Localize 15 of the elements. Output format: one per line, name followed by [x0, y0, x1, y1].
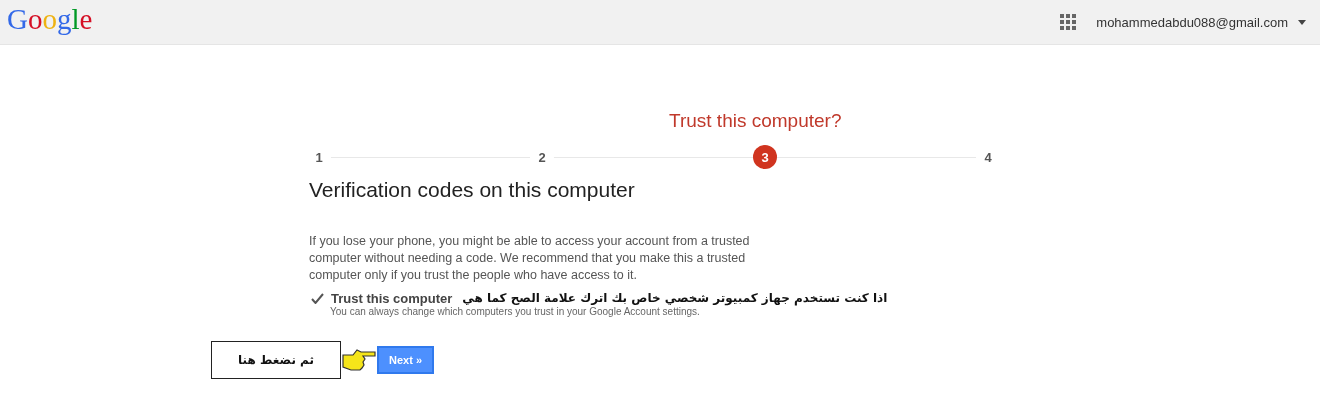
google-logo[interactable]: Google — [7, 2, 93, 36]
pointing-hand-icon — [341, 347, 377, 373]
apps-grid-icon[interactable] — [1060, 14, 1077, 30]
next-button[interactable]: Next » — [377, 346, 435, 374]
description-text: If you lose your phone, you might be able to access your account from a trusted computer without needing a code. We recommend that you make this a trusted computer only if you trust the people who have access to it. — [309, 233, 751, 284]
checkbox-label: Trust this computer — [331, 290, 453, 306]
checkmark-icon — [310, 292, 324, 304]
dropdown-caret-icon[interactable] — [1298, 19, 1306, 25]
step-number: 3 — [753, 145, 777, 169]
page-heading: Verification codes on this computer — [309, 178, 636, 202]
annotation-text: اذا كنت تستخدم جهاز كمبيوتر شخصي خاص بك اترك علامة الصح كما هي — [462, 291, 888, 305]
hint-text: You can always change which computers you trust in your Google Account settings. — [330, 306, 701, 317]
account-menu[interactable]: mohammedabdu088@gmail.com — [1096, 14, 1288, 30]
annotation-callout: ثم نضغط هنا — [211, 341, 341, 379]
step-title: Trust this computer? — [669, 110, 842, 132]
